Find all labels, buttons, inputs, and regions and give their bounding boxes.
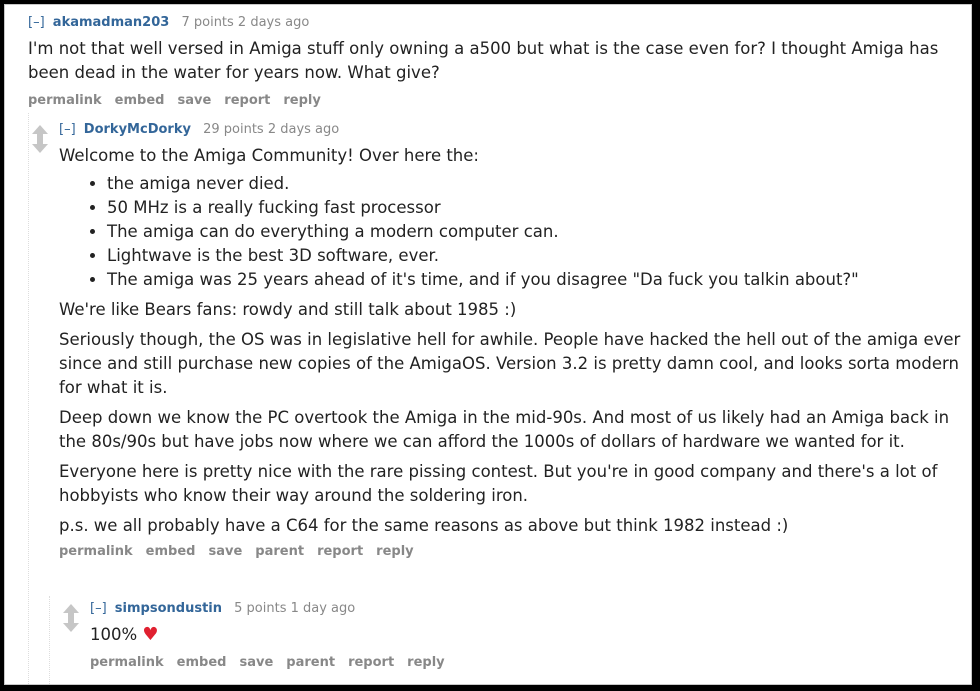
comment-simpsondustin: [–] simpsondustin 5 points 1 day ago 100…: [90, 601, 950, 671]
permalink-button[interactable]: permalink: [28, 93, 102, 108]
list-item: 50 MHz is a really fucking fast processo…: [107, 196, 964, 220]
comment-paragraph: Deep down we know the PC overtook the Am…: [59, 408, 950, 451]
embed-button[interactable]: embed: [177, 655, 227, 670]
report-button[interactable]: report: [317, 544, 363, 559]
vote-buttons: [30, 125, 50, 153]
thread-indent-line: [49, 596, 50, 684]
comment-paragraph: p.s. we all probably have a C64 for the …: [59, 516, 789, 535]
reply-button[interactable]: reply: [376, 544, 413, 559]
vote-buttons: [61, 604, 81, 632]
save-button[interactable]: save: [208, 544, 242, 559]
reply-button[interactable]: reply: [407, 655, 444, 670]
comment-meta: 7 points 2 days ago: [181, 15, 310, 30]
comment-body: Welcome to the Amiga Community! Over her…: [59, 144, 964, 538]
save-button[interactable]: save: [177, 93, 211, 108]
permalink-button[interactable]: permalink: [90, 655, 164, 670]
parent-button[interactable]: parent: [255, 544, 304, 559]
bullet-list: the amiga never died. 50 MHz is a really…: [59, 172, 964, 292]
comment-text: 100%: [90, 625, 138, 644]
report-button[interactable]: report: [224, 93, 270, 108]
comment-tagline: [–] simpsondustin 5 points 1 day ago: [90, 601, 950, 617]
list-item: the amiga never died.: [107, 172, 964, 196]
comment-akamadman203: [–] akamadman203 7 points 2 days ago I'm…: [28, 15, 963, 109]
comment-meta: 29 points 2 days ago: [203, 122, 340, 137]
comment-tagline: [–] DorkyMcDorky 29 points 2 days ago: [59, 122, 964, 138]
comment-paragraph: Everyone here is pretty nice with the ra…: [59, 462, 938, 505]
downvote-arrow-icon[interactable]: [63, 617, 79, 632]
collapse-toggle[interactable]: [–]: [28, 15, 45, 30]
comment-paragraph: We're like Bears fans: rowdy and still t…: [59, 300, 517, 319]
comment-actions: permalink embed save parent report reply: [59, 544, 964, 560]
comment-actions: permalink embed save report reply: [28, 93, 963, 109]
comment-body: I'm not that well versed in Amiga stuff …: [28, 37, 963, 85]
list-item: The amiga was 25 years ahead of it's tim…: [107, 268, 964, 292]
comment-paragraph: Seriously though, the OS was in legislat…: [59, 330, 961, 397]
collapse-toggle[interactable]: [–]: [59, 122, 76, 137]
thread-indent-line: [28, 113, 29, 684]
comment-actions: permalink embed save parent report reply: [90, 655, 950, 671]
comment-meta: 5 points 1 day ago: [234, 601, 356, 616]
parent-button[interactable]: parent: [286, 655, 335, 670]
list-item: The amiga can do everything a modern com…: [107, 220, 964, 244]
comment-paragraph: I'm not that well versed in Amiga stuff …: [28, 39, 939, 82]
collapse-toggle[interactable]: [–]: [90, 601, 107, 616]
save-button[interactable]: save: [239, 655, 273, 670]
author-link[interactable]: DorkyMcDorky: [84, 122, 191, 137]
comment-body: 100% ♥: [90, 623, 950, 647]
reply-button[interactable]: reply: [283, 93, 320, 108]
report-button[interactable]: report: [348, 655, 394, 670]
comment-intro: Welcome to the Amiga Community! Over her…: [59, 146, 479, 165]
permalink-button[interactable]: permalink: [59, 544, 133, 559]
heart-emoji-icon: ♥: [142, 624, 159, 645]
comment-thread: [–] akamadman203 7 points 2 days ago I'm…: [4, 4, 972, 685]
comment-dorkymcdorky: [–] DorkyMcDorky 29 points 2 days ago We…: [59, 122, 964, 560]
author-link[interactable]: akamadman203: [53, 15, 170, 30]
author-link[interactable]: simpsondustin: [115, 601, 222, 616]
upvote-arrow-icon[interactable]: [63, 604, 79, 619]
comment-tagline: [–] akamadman203 7 points 2 days ago: [28, 15, 963, 31]
embed-button[interactable]: embed: [146, 544, 196, 559]
list-item: Lightwave is the best 3D software, ever.: [107, 244, 964, 268]
embed-button[interactable]: embed: [115, 93, 165, 108]
upvote-arrow-icon[interactable]: [32, 125, 48, 140]
downvote-arrow-icon[interactable]: [32, 138, 48, 153]
